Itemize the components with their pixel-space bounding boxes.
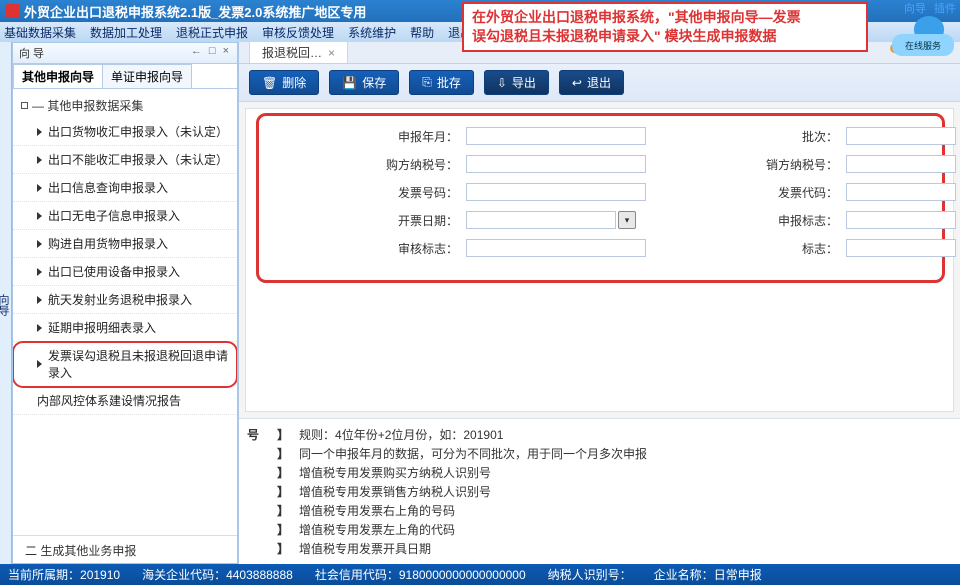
export-icon: ⇩ (497, 76, 507, 90)
label-invoice-code: 发票代码： (766, 184, 846, 201)
menu-item[interactable]: 审核反馈处理 (262, 24, 334, 41)
content-tab[interactable]: 报退税回… × (249, 41, 348, 63)
wizard-title: 向 导 (19, 48, 44, 60)
label-flag: 标志： (766, 240, 846, 257)
wizard-tab-other[interactable]: 其他申报向导 (13, 64, 103, 88)
label-declare-flag: 申报标志： (766, 212, 846, 229)
rules-col-label: 号 (247, 426, 267, 443)
annotation-line2: 误勾退税且未报退税申请录入" 模块生成申报数据 (472, 27, 858, 46)
input-batch[interactable] (846, 127, 956, 145)
rule-line: 增值税专用发票开具日期 (299, 540, 431, 557)
label-audit-flag: 审核标志： (386, 240, 466, 257)
exit-button[interactable]: ↩退出 (559, 70, 624, 95)
rules-panel: 号】规则：4位年份+2位月份，如：201901 】同一个申报年月的数据，可分为不… (239, 418, 960, 564)
save-button[interactable]: 💾保存 (329, 70, 399, 95)
batchsave-button[interactable]: ⎘批存 (409, 70, 474, 95)
panel-controls[interactable]: ← □ × (191, 45, 231, 57)
left-rail[interactable]: 向导 (0, 42, 12, 564)
assistant-mascot[interactable]: 在线服务 (886, 16, 954, 72)
arrow-right-icon (37, 212, 42, 220)
rule-line: 增值税专用发票左上角的代码 (299, 521, 455, 538)
rule-line: 同一个申报年月的数据，可分为不同批次，用于同一个月多次申报 (299, 445, 647, 462)
exit-icon: ↩ (572, 76, 582, 90)
arrow-right-icon (37, 240, 42, 248)
menu-item[interactable]: 基础数据采集 (4, 24, 76, 41)
list-item[interactable]: 内部风控体系建设情况报告 (13, 387, 237, 415)
status-company-name: 日常申报 (714, 568, 762, 582)
status-bar: 当前所属期：201910 海关企业代码：4403888888 社会信用代码：91… (0, 564, 960, 585)
list-item[interactable]: 出口已使用设备申报录入 (13, 258, 237, 286)
save-icon: 💾 (342, 76, 357, 90)
menu-item[interactable]: 系统维护 (348, 24, 396, 41)
input-seller-tax[interactable] (846, 155, 956, 173)
list-item[interactable]: 出口无电子信息申报录入 (13, 202, 237, 230)
input-audit-flag[interactable] (466, 239, 646, 257)
list-item[interactable]: 出口货物收汇申报录入（未认定） (13, 118, 237, 146)
input-period[interactable] (466, 127, 646, 145)
input-flag[interactable] (846, 239, 956, 257)
arrow-right-icon (37, 128, 42, 136)
tree-section-1[interactable]: — 其他申报数据采集 (13, 93, 237, 118)
input-invoice-code[interactable] (846, 183, 956, 201)
close-icon[interactable]: × (328, 46, 335, 60)
delete-button[interactable]: 🗑删除 (249, 70, 319, 95)
input-buyer-tax[interactable] (466, 155, 646, 173)
arrow-right-icon (37, 184, 42, 192)
status-period: 201910 (80, 568, 120, 582)
label-batch: 批次： (766, 128, 846, 145)
mascot-label: 在线服务 (892, 34, 954, 56)
form-area: 申报年月： 批次： 购方纳税号： 销方纳税号： 发票号码： 发票代码： 开票日期： ▾ 申… (245, 108, 954, 412)
label-issue-date: 开票日期： (386, 212, 466, 229)
rule-line: 增值税专用发票购买方纳税人识别号 (299, 464, 491, 481)
status-credit-code: 9180000000000000000 (399, 568, 526, 582)
annotation-callout: 在外贸企业出口退税申报系统，"其他申报向导—发票 误勾退税且未报退税申请录入" … (462, 2, 868, 52)
app-title: 外贸企业出口退税申报系统2.1版_发票2.0系统推广地区专用 (24, 2, 366, 21)
arrow-right-icon (37, 324, 42, 332)
label-period: 申报年月： (386, 128, 466, 145)
tab-label: 报退税回… (262, 46, 322, 60)
arrow-right-icon (37, 268, 42, 276)
wizard-body: — 其他申报数据采集 出口货物收汇申报录入（未认定） 出口不能收汇申报录入（未认… (13, 89, 237, 563)
menu-item[interactable]: 退税正式申报 (176, 24, 248, 41)
content-area: 报退税回… × 🗑删除 💾保存 ⎘批存 ⇩导出 ↩退出 申报年月： 批次： 购方纳税… (238, 42, 960, 564)
arrow-right-icon (37, 296, 42, 304)
link-plugin[interactable]: 插件 (934, 0, 956, 16)
rule-line: 增值税专用发票销售方纳税人识别号 (299, 483, 491, 500)
list-item[interactable]: 出口信息查询申报录入 (13, 174, 237, 202)
app-icon (6, 4, 20, 18)
collapse-box-icon[interactable] (21, 102, 28, 109)
section-title: — 其他申报数据采集 (32, 97, 143, 114)
link-wizard[interactable]: 向导 (904, 0, 926, 16)
label-seller-tax: 销方纳税号： (766, 156, 846, 173)
list-item[interactable]: 航天发射业务退税申报录入 (13, 286, 237, 314)
input-declare-flag[interactable] (846, 211, 956, 229)
annotation-line1: 在外贸企业出口退税申报系统，"其他申报向导—发票 (472, 8, 858, 27)
menu-item[interactable]: 数据加工处理 (90, 24, 162, 41)
list-item[interactable]: 出口不能收汇申报录入（未认定） (13, 146, 237, 174)
menu-item[interactable]: 帮助 (410, 24, 434, 41)
rule-line: 增值税专用发票右上角的号码 (299, 502, 455, 519)
arrow-right-icon (37, 360, 42, 368)
wizard-tabs: 其他申报向导 单证申报向导 (13, 64, 237, 89)
list-item[interactable]: 购进自用货物申报录入 (13, 230, 237, 258)
list-item-highlight[interactable]: 发票误勾退税且未报退税回退申请录入 (13, 342, 237, 387)
dropdown-icon[interactable]: ▾ (618, 211, 636, 229)
rule-line: 规则：4位年份+2位月份，如：201901 (299, 426, 503, 443)
batchsave-icon: ⎘ (422, 75, 432, 90)
wizard-panel: ← □ × 向 导 其他申报向导 单证申报向导 — 其他申报数据采集 出口货物收… (12, 42, 238, 564)
tree-section[interactable]: 二 生成其他业务申报 (13, 535, 237, 563)
trash-icon: 🗑 (262, 76, 277, 90)
label-buyer-tax: 购方纳税号： (386, 156, 466, 173)
status-customs-code: 4403888888 (226, 568, 293, 582)
input-issue-date[interactable]: ▾ (466, 211, 646, 229)
list-item[interactable]: 延期申报明细表录入 (13, 314, 237, 342)
input-invoice-no[interactable] (466, 183, 646, 201)
toolbar: 🗑删除 💾保存 ⎘批存 ⇩导出 ↩退出 (239, 64, 960, 102)
label-invoice-no: 发票号码： (386, 184, 466, 201)
wizard-header: ← □ × 向 导 (13, 43, 237, 64)
arrow-right-icon (37, 156, 42, 164)
wizard-tab-doc[interactable]: 单证申报向导 (102, 64, 192, 88)
top-right-links: 向导 插件 (904, 0, 956, 16)
export-button[interactable]: ⇩导出 (484, 70, 549, 95)
